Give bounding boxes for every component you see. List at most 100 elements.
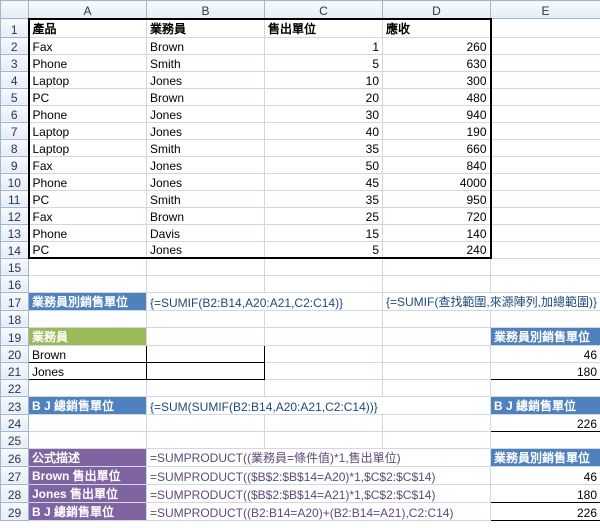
cell-D12[interactable]: 720 <box>383 207 491 224</box>
row-6[interactable]: 6 <box>1 105 29 122</box>
cell-B2[interactable]: Brown <box>147 37 265 54</box>
cell-A12[interactable]: Fax <box>29 207 147 224</box>
cell-B11[interactable]: Smith <box>147 190 265 207</box>
cell-E8[interactable] <box>491 139 600 156</box>
cell-B6[interactable]: Jones <box>147 105 265 122</box>
spreadsheet-grid[interactable]: A B C D E 1 產品 業務員 售出單位 應收 2FaxBrown1260… <box>0 0 600 521</box>
cell-D10[interactable]: 4000 <box>383 173 491 190</box>
cell-A11[interactable]: PC <box>29 190 147 207</box>
col-E[interactable]: E <box>491 1 600 19</box>
cell-A5[interactable]: PC <box>29 88 147 105</box>
col-B[interactable]: B <box>147 1 265 19</box>
cell-C4[interactable]: 10 <box>265 71 383 88</box>
cell-E5[interactable] <box>491 88 600 105</box>
cell-D1[interactable]: 應收 <box>383 19 491 38</box>
cell-B27[interactable]: =SUMPRODUCT(($B$2:$B$14=A20)*1,$C$2:$C$1… <box>147 466 491 484</box>
cell-D6[interactable]: 940 <box>383 105 491 122</box>
cell-C14[interactable]: 5 <box>265 241 383 258</box>
cell-A13[interactable]: Phone <box>29 224 147 241</box>
row-16[interactable]: 16 <box>1 275 29 292</box>
cell-B28[interactable]: =SUMPRODUCT(($B$2:$B$14=A21)*1,$C$2:$C$1… <box>147 484 491 502</box>
cell-E10[interactable] <box>491 173 600 190</box>
cell-E20[interactable]: 46 <box>491 345 600 362</box>
cell-C3[interactable]: 5 <box>265 54 383 71</box>
col-D[interactable]: D <box>383 1 491 19</box>
cell-B10[interactable]: Jones <box>147 173 265 190</box>
cell-E27[interactable]: 46 <box>491 466 600 484</box>
cell-C9[interactable]: 50 <box>265 156 383 173</box>
cell-D8[interactable]: 660 <box>383 139 491 156</box>
cell-C8[interactable]: 35 <box>265 139 383 156</box>
cell-C7[interactable]: 40 <box>265 122 383 139</box>
cell-E21[interactable]: 180 <box>491 362 600 379</box>
cell-A21[interactable]: Jones <box>29 362 147 379</box>
cell-D17[interactable]: {=SUMIF(查找範圍,來源陣列,加總範圍)} <box>383 292 600 310</box>
cell-D5[interactable]: 480 <box>383 88 491 105</box>
cell-C2[interactable]: 1 <box>265 37 383 54</box>
cell-A9[interactable]: Fax <box>29 156 147 173</box>
cell-E6[interactable] <box>491 105 600 122</box>
cell-A17[interactable]: 業務員別銷售單位 <box>29 292 147 310</box>
cell-E26[interactable]: 業務員別銷售單位 <box>491 448 600 466</box>
col-C[interactable]: C <box>265 1 383 19</box>
cell-C11[interactable]: 35 <box>265 190 383 207</box>
row-29[interactable]: 29 <box>1 502 29 520</box>
cell-A2[interactable]: Fax <box>29 37 147 54</box>
cell-D9[interactable]: 840 <box>383 156 491 173</box>
cell-B12[interactable]: Brown <box>147 207 265 224</box>
cell-E28[interactable]: 180 <box>491 484 600 502</box>
cell-E7[interactable] <box>491 122 600 139</box>
cell-D4[interactable]: 300 <box>383 71 491 88</box>
row-20[interactable]: 20 <box>1 345 29 362</box>
cell-D11[interactable]: 950 <box>383 190 491 207</box>
corner-cell[interactable] <box>1 1 29 19</box>
row-26[interactable]: 26 <box>1 448 29 466</box>
cell-A8[interactable]: Laptop <box>29 139 147 156</box>
cell-A7[interactable]: Laptop <box>29 122 147 139</box>
cell-E23[interactable]: B J 總銷售單位 <box>491 396 600 414</box>
cell-E13[interactable] <box>491 224 600 241</box>
cell-A28[interactable]: Jones 售出單位 <box>29 484 147 502</box>
cell-A23[interactable]: B J 總銷售單位 <box>29 396 147 414</box>
row-10[interactable]: 10 <box>1 173 29 190</box>
cell-E4[interactable] <box>491 71 600 88</box>
cell-C1[interactable]: 售出單位 <box>265 19 383 38</box>
cell-B3[interactable]: Smith <box>147 54 265 71</box>
row-15[interactable]: 15 <box>1 258 29 275</box>
row-7[interactable]: 7 <box>1 122 29 139</box>
cell-D13[interactable]: 140 <box>383 224 491 241</box>
cell-D7[interactable]: 190 <box>383 122 491 139</box>
row-22[interactable]: 22 <box>1 379 29 396</box>
cell-E12[interactable] <box>491 207 600 224</box>
cell-C10[interactable]: 45 <box>265 173 383 190</box>
cell-E14[interactable] <box>491 241 600 258</box>
row-25[interactable]: 25 <box>1 431 29 448</box>
cell-A19[interactable]: 業務員 <box>29 327 147 345</box>
col-A[interactable]: A <box>29 1 147 19</box>
cell-A27[interactable]: Brown 售出單位 <box>29 466 147 484</box>
row-11[interactable]: 11 <box>1 190 29 207</box>
cell-E1[interactable] <box>491 19 600 38</box>
row-24[interactable]: 24 <box>1 414 29 431</box>
cell-D14[interactable]: 240 <box>383 241 491 258</box>
row-1[interactable]: 1 <box>1 19 29 38</box>
cell-C5[interactable]: 20 <box>265 88 383 105</box>
cell-C12[interactable]: 25 <box>265 207 383 224</box>
cell-B23[interactable]: {=SUM(SUMIF(B2:B14,A20:A21,C2:C14))} <box>147 396 491 414</box>
cell-A4[interactable]: Laptop <box>29 71 147 88</box>
cell-A6[interactable]: Phone <box>29 105 147 122</box>
cell-B5[interactable]: Brown <box>147 88 265 105</box>
row-19[interactable]: 19 <box>1 327 29 345</box>
cell-B14[interactable]: Jones <box>147 241 265 258</box>
row-12[interactable]: 12 <box>1 207 29 224</box>
row-13[interactable]: 13 <box>1 224 29 241</box>
cell-A20[interactable]: Brown <box>29 345 147 362</box>
row-14[interactable]: 14 <box>1 241 29 258</box>
cell-E2[interactable] <box>491 37 600 54</box>
cell-A14[interactable]: PC <box>29 241 147 258</box>
cell-A26[interactable]: 公式描述 <box>29 448 147 466</box>
cell-E11[interactable] <box>491 190 600 207</box>
row-5[interactable]: 5 <box>1 88 29 105</box>
cell-B17[interactable]: {=SUMIF(B2:B14,A20:A21,C2:C14)} <box>147 292 383 310</box>
cell-A10[interactable]: Phone <box>29 173 147 190</box>
